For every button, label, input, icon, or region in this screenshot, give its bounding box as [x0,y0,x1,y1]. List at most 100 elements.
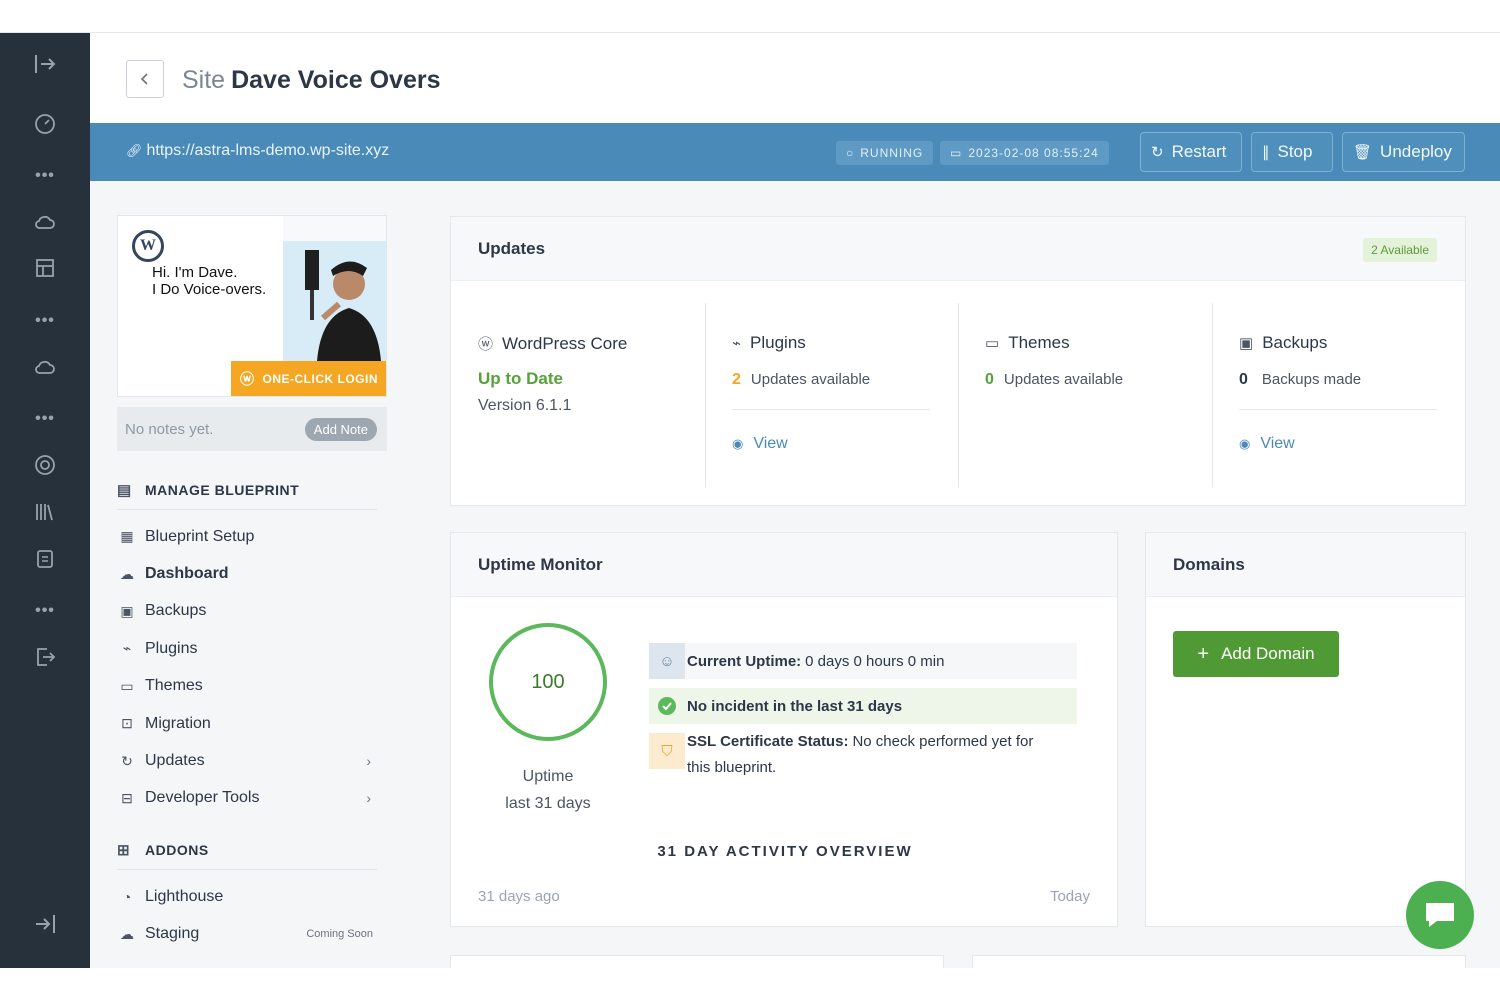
preview-headline: Hi. I'm Dave. I Do Voice-overs. [152,264,266,298]
pause-icon: ∥ [1262,144,1270,161]
chat-button[interactable] [1406,881,1474,949]
column-divider [1212,303,1213,487]
eye-icon: ◉ [1239,436,1251,451]
expand-icon[interactable] [28,47,62,81]
activity-overview-title: 31 DAY ACTIVITY OVERVIEW [657,843,913,860]
nav-themes[interactable]: ▭ Themes [117,668,377,705]
nav-label: Developer Tools [145,789,260,807]
cloud-icon-2[interactable] [28,350,62,384]
back-button[interactable] [126,60,164,98]
domains-card: Domains + Add Domain [1145,532,1466,927]
nav-dashboard[interactable]: ☁︎ Dashboard [117,555,377,592]
undeploy-button[interactable]: 🗑︎ Undeploy [1342,132,1465,172]
trash-icon: 🗑︎ [1353,144,1373,161]
backup-icon: ▣ [120,602,134,619]
site-url-text: https://astra-lms-demo.wp-site.xyz [146,142,390,159]
incident-row: No incident in the last 31 days [649,688,1077,724]
stop-button[interactable]: ∥ Stop [1251,132,1333,172]
lifebuoy-icon[interactable] [28,448,62,482]
plugins-heading: ⌁ Plugins [732,333,806,353]
activity-axis-start: 31 days ago [478,888,560,905]
plug-icon: ⌁ [122,640,132,657]
document-icon[interactable] [28,542,62,576]
column-divider [958,303,959,487]
app-main: Site Dave Voice Overs 🔗︎ https://astra-lms… [90,33,1500,968]
library-icon[interactable] [28,495,62,529]
collapse-icon[interactable] [28,907,62,941]
nav-label: Updates [145,752,205,770]
nav-blueprint-setup[interactable]: ▦ Blueprint Setup [117,518,377,555]
plugins-view-link[interactable]: ◉ View [732,435,788,453]
grid-icon: ▦ [120,528,134,545]
restart-button[interactable]: ↻ Restart [1140,132,1242,172]
manage-blueprint-heading: ▤ MANAGE BLUEPRINT [117,481,377,510]
backups-divider [1239,409,1437,410]
themes-updates: 0 Updates available [985,371,1123,389]
ssl-value-1: No check performed yet for [852,733,1034,750]
current-uptime-label: Current Uptime: [687,652,802,670]
nav-label: Blueprint Setup [145,527,255,545]
layout-icon[interactable] [28,251,62,285]
site-preview[interactable]: W Hi. I'm Dave. I Do Voice-overs. ⓦ ONE-C… [117,215,387,397]
coming-soon-badge: Coming Soon [306,928,373,941]
cloud-icon: ☁︎ [120,925,134,942]
plugins-column: ⌁ Plugins 2 Updates available ◉ View [705,303,958,487]
more-icon-3[interactable]: ••• [28,410,62,428]
status-badge: ○ RUNNING [836,141,934,165]
backups-view-link[interactable]: ◉ View [1239,435,1295,453]
plugins-count: 2 [732,371,741,388]
nav-plugins[interactable]: ⌁ Plugins [117,630,377,667]
add-note-button[interactable]: Add Note [304,417,377,441]
nav-staging[interactable]: ☁︎ Staging Coming Soon [117,916,377,953]
more-icon-2[interactable]: ••• [28,312,62,330]
one-click-login-button[interactable]: ⓦ ONE-CLICK LOGIN [231,361,386,396]
logout-icon[interactable] [28,640,62,674]
add-domain-label: Add Domain [1221,644,1315,663]
page-title: Site Dave Voice Overs [182,66,440,95]
nav-backups[interactable]: ▣ Backups [117,593,377,630]
wordpress-core-label: WordPress Core [502,333,628,353]
themes-updates-text: Updates available [1003,371,1124,388]
more-icon-4[interactable]: ••• [28,602,62,620]
addons-heading: ⊞ ADDONS [117,841,377,871]
left-panel: W Hi. I'm Dave. I Do Voice-overs. ⓦ ONE-C… [117,215,387,953]
bottom-band [0,968,1500,1000]
page-header: Site Dave Voice Overs [90,33,1500,123]
backup-icon: ▣ [1239,335,1254,352]
themes-column: ▭ Themes 0 Updates available [958,303,1211,487]
gauge-icon[interactable] [28,107,62,141]
nav-migration[interactable]: ⊡ Migration [117,705,377,742]
wordpress-logo-icon: W [132,230,164,262]
updates-available-badge: 2 Available [1363,238,1437,262]
more-icon[interactable]: ••• [28,167,62,185]
chevron-right-icon: › [366,790,371,807]
calendar-icon: ▭ [950,146,963,160]
nav-label: Staging [145,925,200,943]
cloud-icon: ☁︎ [120,565,134,582]
nav-developer-tools[interactable]: ⊟ Developer Tools › [117,780,377,817]
paint-roller-icon: ▭ [120,677,134,694]
backups-column: ▣ Backups 0 Backups made ◉ View [1212,303,1465,487]
column-divider [705,303,706,487]
add-domain-button[interactable]: + Add Domain [1173,631,1339,677]
chevron-left-icon [140,73,148,85]
icon-rail: ••• ••• ••• ••• [0,33,90,968]
page-title-prefix: Site [182,66,226,94]
preview-headline-2: I Do Voice-overs. [152,281,267,298]
uptime-caption: Uptime last 31 days [471,763,625,817]
cloud-icon[interactable] [28,205,62,239]
voiceover-artist-photo [303,246,381,361]
nav-label: Migration [145,714,211,732]
nav-label: Plugins [145,639,198,657]
nav-lighthouse[interactable]: ◔ Lighthouse [117,878,377,915]
uptime-ring: 100 [489,623,607,741]
one-click-login-label: ONE-CLICK LOGIN [262,372,378,386]
status-text: RUNNING [860,146,924,160]
core-version: Version 6.1.1 [478,397,572,414]
updates-card: Updates 2 Available ⓦ WordPress Core Up t… [450,216,1466,506]
user-icon: ☺ [649,643,685,679]
restart-icon: ↻ [1151,144,1164,161]
site-url-link[interactable]: 🔗︎ https://astra-lms-demo.wp-site.xyz [126,142,389,160]
nav-updates[interactable]: ↻ Updates › [117,742,377,779]
wordpress-icon: ⓦ [478,336,494,353]
